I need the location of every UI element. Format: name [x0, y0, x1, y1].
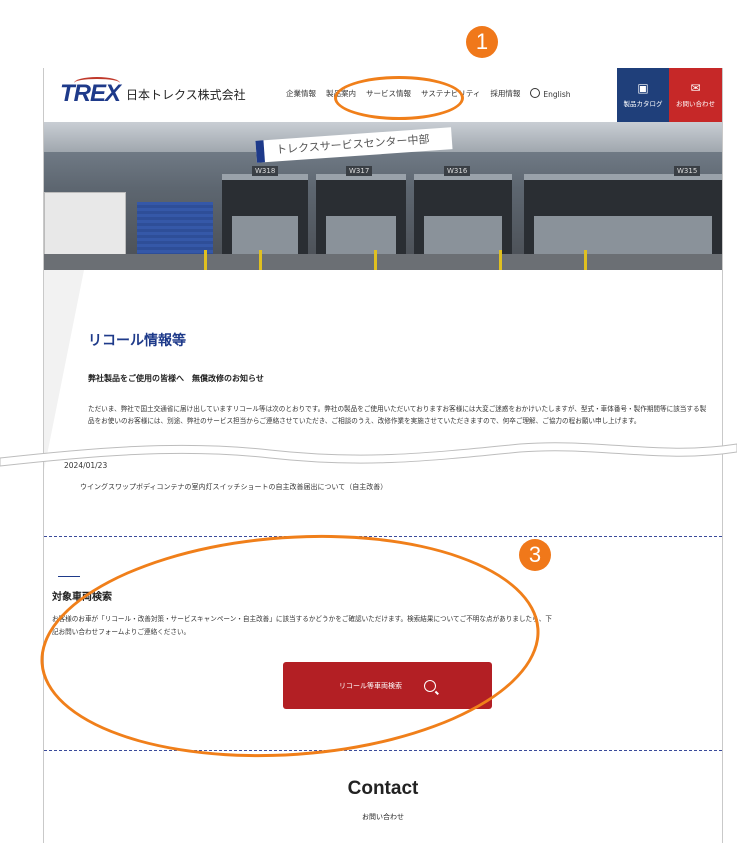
- contact-subheading: お問い合わせ: [362, 813, 404, 821]
- book-icon: ▣: [637, 81, 649, 95]
- hero-image: トレクスサービスセンター中部 W318 W317 W316 W315: [44, 122, 722, 270]
- page-break-wave: [0, 442, 737, 467]
- section-accent: [58, 576, 80, 577]
- recall-item-link[interactable]: ウイングスワップボディコンテナの室内灯スイッチショートの自主改善届出について（自…: [80, 482, 387, 492]
- nav-item-company[interactable]: 企業情報: [286, 88, 316, 99]
- notice-subtitle: 弊社製品をご使用の皆様へ 無償改修のお知らせ: [88, 374, 264, 383]
- catalog-label: 製品カタログ: [623, 100, 663, 108]
- page-title: リコール情報等: [88, 333, 186, 349]
- step-badge-1: 1: [466, 26, 498, 58]
- mail-icon: ✉: [690, 81, 701, 95]
- company-name: 日本トレクス株式会社: [126, 87, 246, 102]
- globe-icon: [530, 88, 541, 98]
- highlight-circle-nav: [334, 76, 464, 120]
- contact-label: お問い合わせ: [676, 100, 715, 108]
- step-badge-3: 3: [519, 539, 551, 571]
- nav-item-english[interactable]: English: [530, 88, 571, 99]
- contact-heading: Contact: [347, 778, 419, 799]
- notice-paragraph: ただいま、弊社で国土交通省に届け出していますリコール等は次のとおりです。弊社の製…: [88, 405, 707, 425]
- nav-item-recruit[interactable]: 採用情報: [490, 88, 520, 99]
- logo-mark: TREX: [60, 77, 121, 108]
- divider: [44, 536, 722, 537]
- divider: [44, 750, 722, 751]
- logo[interactable]: TREX 日本トレクス株式会社: [60, 77, 246, 108]
- header-contact-button[interactable]: ✉ お問い合わせ: [669, 68, 722, 122]
- catalog-button[interactable]: ▣ 製品カタログ: [617, 68, 669, 122]
